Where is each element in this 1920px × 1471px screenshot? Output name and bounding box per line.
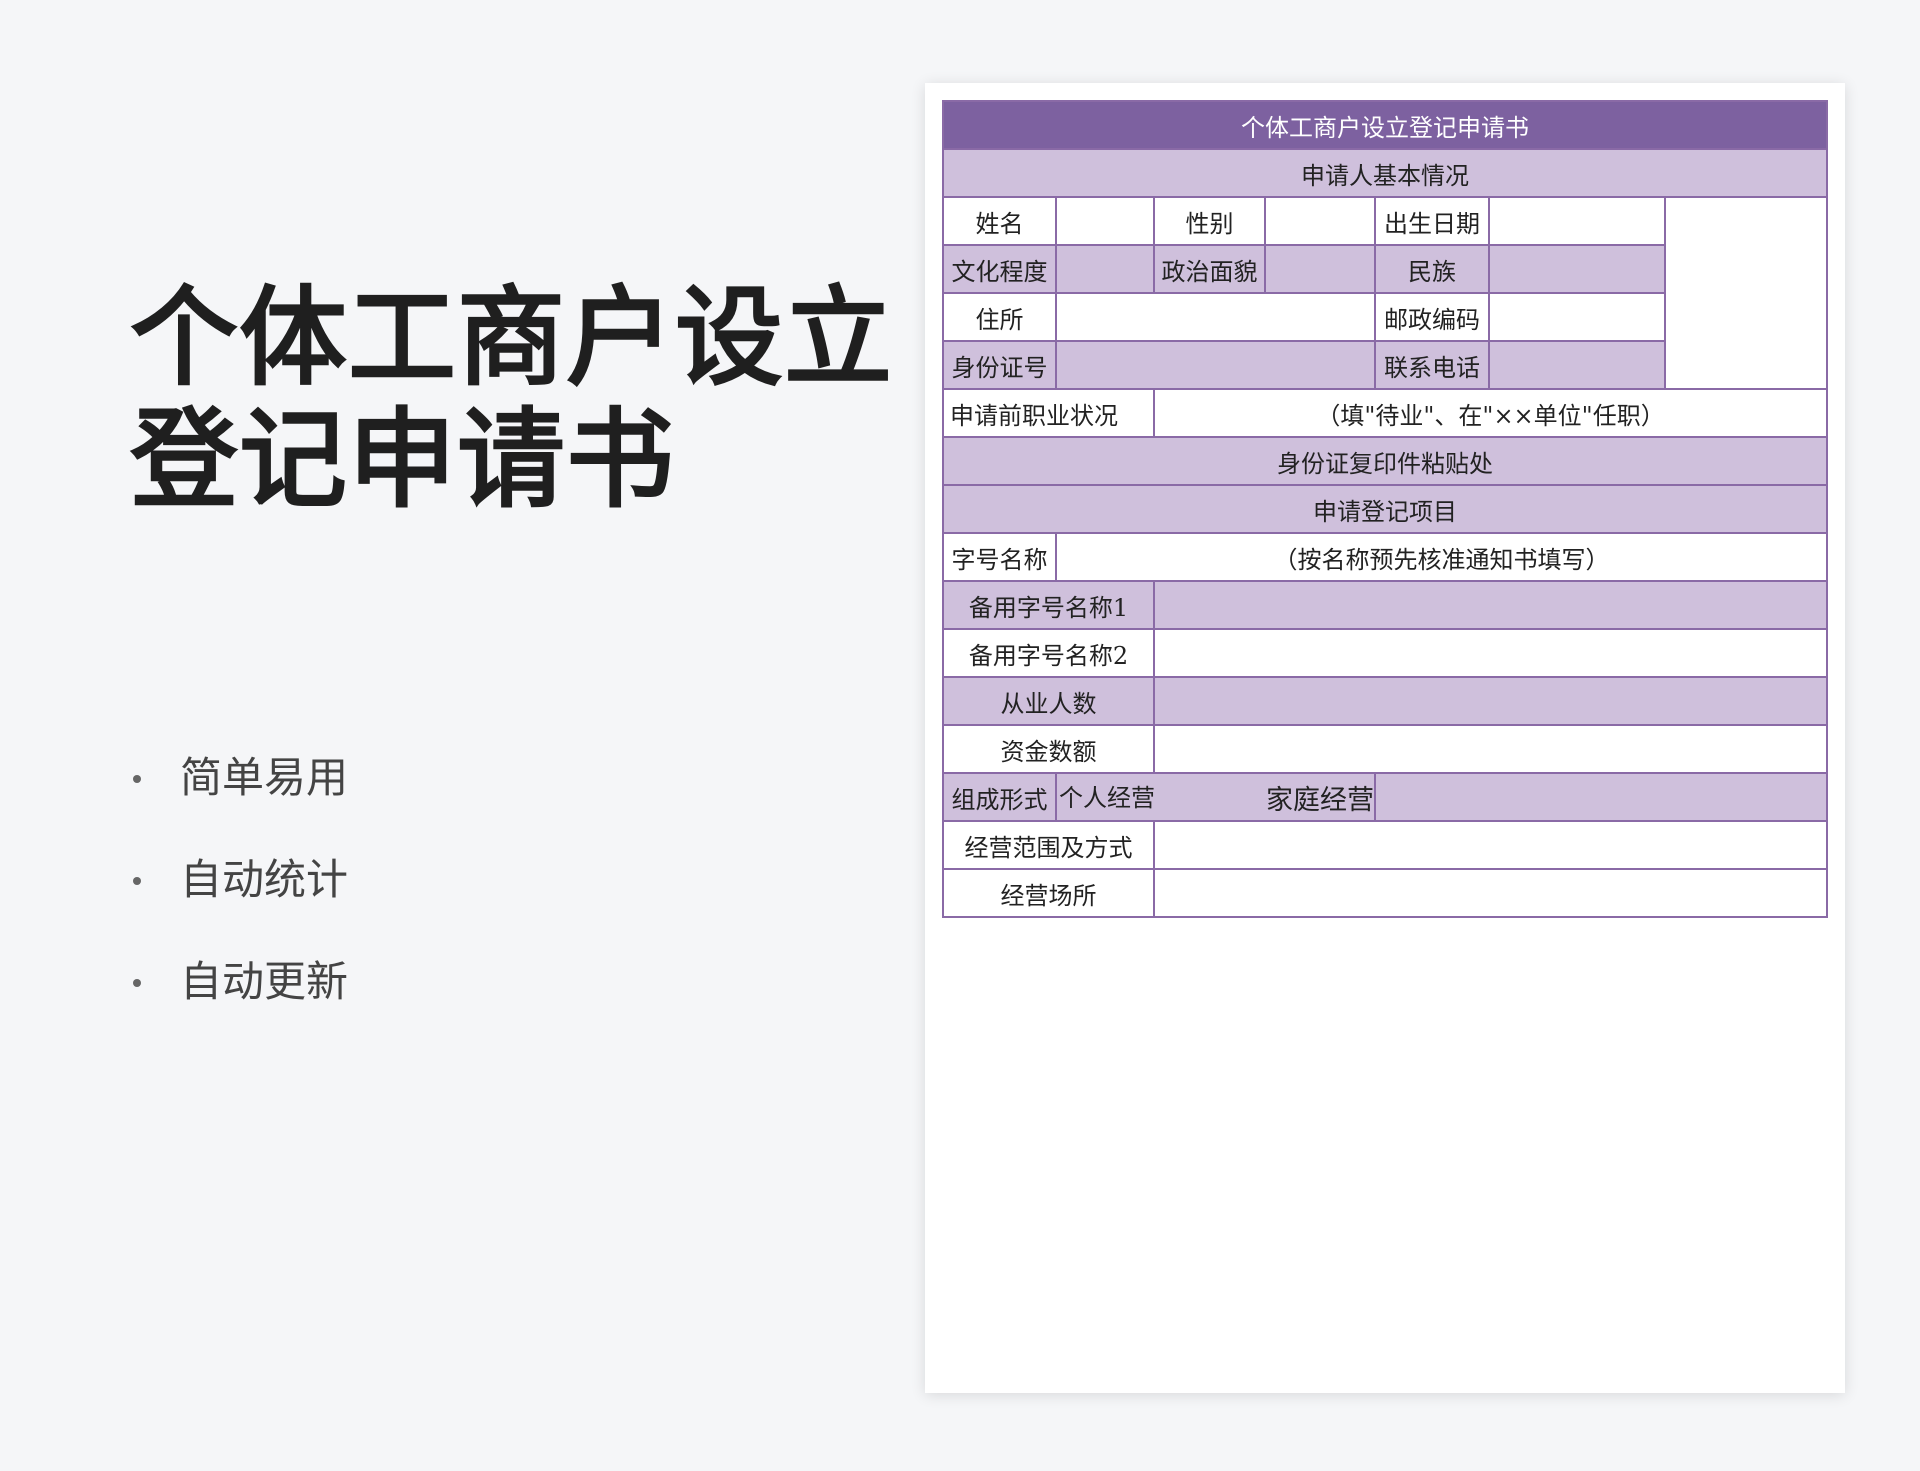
label-composition: 组成形式 [942, 772, 1057, 822]
field-ethnicity[interactable] [1488, 244, 1666, 294]
field-alt-name-1[interactable] [1152, 580, 1829, 630]
bullet-icon [133, 775, 141, 783]
field-address[interactable] [1055, 292, 1376, 342]
label-business-place: 经营场所 [942, 868, 1155, 918]
field-capital[interactable] [1152, 724, 1829, 774]
hero-title-line1: 个体工商户设立 [130, 276, 894, 401]
field-trade-name[interactable]: （按名称预先核准通知书填写） [1054, 532, 1829, 582]
field-business-place[interactable] [1152, 868, 1829, 918]
label-political-status: 政治面貌 [1153, 244, 1266, 294]
label-postal-code: 邮政编码 [1374, 292, 1490, 342]
field-alt-name-2[interactable] [1152, 628, 1829, 678]
field-name[interactable] [1055, 196, 1155, 246]
label-alt-name-2: 备用字号名称2 [942, 628, 1155, 678]
option-individual[interactable]: 个人经营 [1059, 778, 1155, 817]
label-capital: 资金数额 [942, 724, 1155, 774]
label-prior-occupation: 申请前职业状况 [942, 388, 1155, 438]
photo-side-blank [1663, 196, 1829, 390]
composition-options: 个人经营 家庭经营 [1055, 772, 1376, 822]
field-prior-occupation[interactable]: （填"待业"、在"××单位"任职） [1152, 388, 1829, 438]
feature-list: 简单易用 自动统计 自动更新 [130, 740, 348, 1046]
label-ethnicity: 民族 [1374, 244, 1490, 294]
label-id-number: 身份证号 [942, 340, 1057, 390]
section-applicant-info: 申请人基本情况 [941, 148, 1829, 198]
bullet-icon [133, 979, 141, 987]
field-phone[interactable] [1488, 340, 1666, 390]
hero-title-line2: 登记申请书 [130, 398, 676, 523]
label-trade-name: 字号名称 [942, 532, 1057, 582]
field-education[interactable] [1055, 244, 1155, 294]
field-birth-date[interactable] [1488, 196, 1666, 246]
feature-item: 简单易用 [130, 740, 348, 842]
label-alt-name-1: 备用字号名称1 [942, 580, 1155, 630]
application-form-table: 个体工商户设立登记申请书 申请人基本情况 姓名 性别 出生日期 文化程度 政治面… [941, 100, 1829, 918]
field-gender[interactable] [1264, 196, 1376, 246]
label-employees: 从业人数 [942, 676, 1155, 726]
field-employees[interactable] [1152, 676, 1829, 726]
field-political-status[interactable] [1264, 244, 1376, 294]
hero-title: 个体工商户设立 登记申请书 [130, 278, 893, 522]
label-business-scope: 经营范围及方式 [942, 820, 1155, 870]
field-postal-code[interactable] [1488, 292, 1666, 342]
bullet-icon [133, 877, 141, 885]
form-title: 个体工商户设立登记申请书 [941, 100, 1829, 150]
field-composition[interactable] [1373, 772, 1829, 822]
id-copy-paste-area: 身份证复印件粘贴处 [941, 436, 1829, 486]
label-address: 住所 [942, 292, 1057, 342]
feature-item: 自动更新 [130, 944, 348, 1046]
label-phone: 联系电话 [1374, 340, 1490, 390]
field-business-scope[interactable] [1152, 820, 1829, 870]
label-birth-date: 出生日期 [1374, 196, 1490, 246]
section-registration-items: 申请登记项目 [941, 484, 1829, 534]
label-gender: 性别 [1153, 196, 1266, 246]
label-education: 文化程度 [942, 244, 1057, 294]
form-preview-sheet: 个体工商户设立登记申请书 申请人基本情况 姓名 性别 出生日期 文化程度 政治面… [925, 83, 1845, 1393]
label-name: 姓名 [942, 196, 1057, 246]
feature-item: 自动统计 [130, 842, 348, 944]
option-family[interactable]: 家庭经营 [1266, 778, 1373, 817]
field-id-number[interactable] [1055, 340, 1376, 390]
